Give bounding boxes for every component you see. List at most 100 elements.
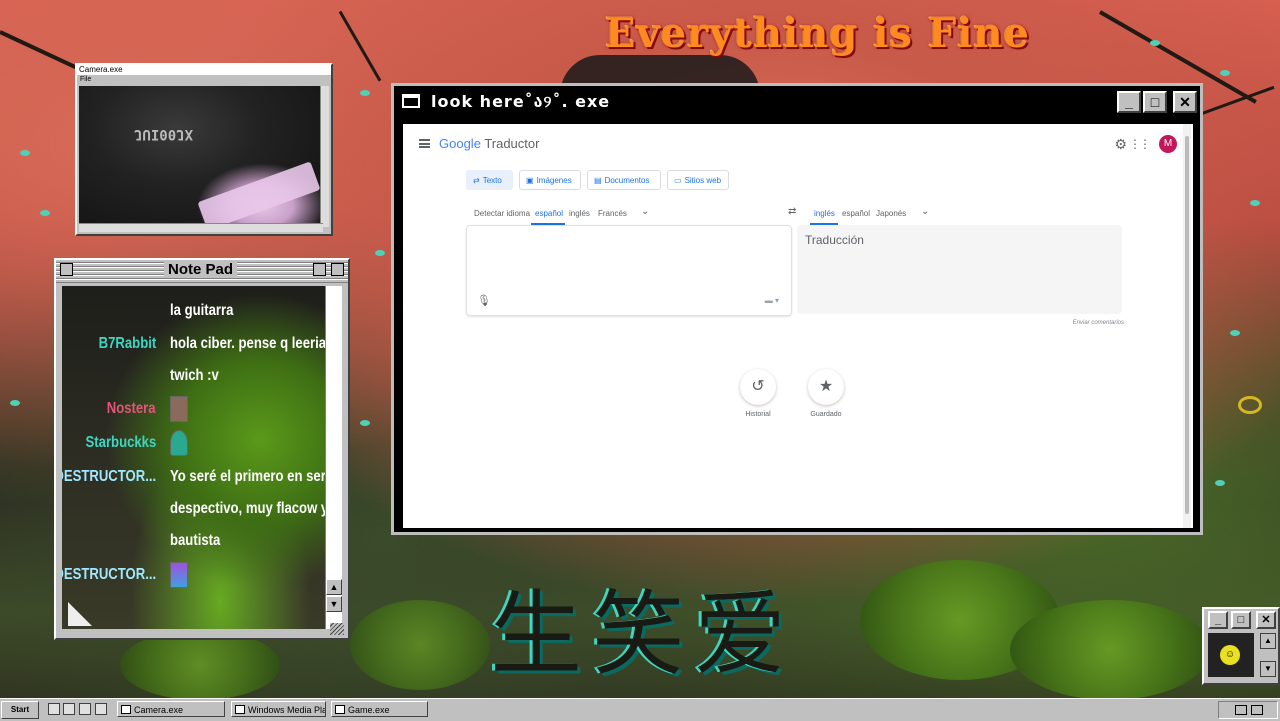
- mini-scroll-up-arrow[interactable]: ▲: [1260, 633, 1276, 649]
- mini-scroll-down-arrow[interactable]: ▼: [1260, 661, 1276, 677]
- source-lang-spanish[interactable]: español: [535, 209, 563, 218]
- translation-output: Traducción: [797, 225, 1122, 314]
- apps-grid-icon[interactable]: ⋮⋮: [1129, 137, 1151, 151]
- source-lang-detect[interactable]: Detectar idioma: [474, 209, 530, 218]
- quicklaunch-icon[interactable]: [79, 703, 91, 715]
- chat-username: B7Rabbit: [98, 335, 156, 352]
- camera-menu-file[interactable]: File: [77, 75, 331, 84]
- mini-close-button[interactable]: ✕: [1256, 611, 1276, 629]
- star-icon: ★: [818, 378, 834, 395]
- translate-icon: ⇄: [473, 176, 480, 185]
- camera-title: Camera.exe: [79, 65, 123, 74]
- feedback-link[interactable]: Enviar comentarios: [1073, 320, 1124, 326]
- notepad-window[interactable]: Note Pad la guitarra B7Rabbit hola ciber…: [54, 258, 350, 640]
- source-lang-english[interactable]: inglés: [569, 209, 590, 218]
- mini-content: ☺: [1208, 633, 1254, 677]
- quicklaunch-icon[interactable]: [95, 703, 107, 715]
- banner-text: Everything is Fine: [605, 10, 1030, 57]
- mini-maximize-button[interactable]: □: [1231, 611, 1251, 629]
- task-label: Windows Media Pla: [248, 705, 326, 715]
- leaf: [1215, 480, 1225, 486]
- resize-grip[interactable]: [330, 623, 344, 635]
- start-label: Start: [10, 705, 30, 714]
- play-icon: [235, 705, 245, 714]
- mini-minimize-button[interactable]: _: [1208, 611, 1228, 629]
- google-wordmark: Google: [439, 136, 481, 151]
- chat-message: twich :v: [170, 367, 219, 384]
- source-text-input[interactable]: 🎙 ▬ ▾: [466, 225, 792, 316]
- close-button[interactable]: ✕: [1173, 91, 1197, 113]
- leaf: [360, 420, 370, 426]
- maximize-button[interactable]: □: [1143, 91, 1167, 113]
- history-icon: ↺: [751, 378, 765, 395]
- product-name: Traductor: [484, 136, 540, 151]
- target-more-chevron-down-icon[interactable]: ⌄: [921, 206, 929, 217]
- chat-message: Yo seré el primero en ser: [170, 468, 326, 485]
- chat-log: la guitarra B7Rabbit hola ciber. pense q…: [62, 286, 326, 629]
- saved-label: Guardado: [810, 411, 842, 418]
- translation-placeholder: Traducción: [805, 233, 864, 247]
- target-lang-japanese[interactable]: Japonés: [876, 209, 906, 218]
- tree-branch: [338, 10, 382, 82]
- main-title: look here˚ა୨˚. exe: [431, 92, 611, 111]
- task-camera[interactable]: Camera.exe: [117, 701, 225, 717]
- chat-username: Starbuckks: [85, 434, 156, 451]
- task-game[interactable]: Game.exe: [331, 701, 428, 717]
- microphone-icon[interactable]: 🎙: [477, 294, 491, 307]
- scroll-down-arrow[interactable]: ▼: [326, 596, 342, 612]
- quicklaunch-icon[interactable]: [48, 703, 60, 715]
- source-lang-french[interactable]: Francés: [598, 209, 627, 218]
- notepad-close-box[interactable]: [60, 263, 73, 276]
- camera-titlebar[interactable]: Camera.exe: [77, 65, 331, 75]
- settings-gear-icon[interactable]: ⚙: [1114, 136, 1127, 153]
- page-scrollbar[interactable]: [1183, 124, 1191, 528]
- translate-logo[interactable]: Google Traductor: [439, 136, 539, 151]
- keyboard: [197, 161, 321, 231]
- tab-documentos[interactable]: ▤ Documentos: [587, 170, 661, 190]
- notepad-title: Note Pad: [164, 261, 238, 278]
- network-icon[interactable]: [1235, 705, 1247, 715]
- tab-imagenes[interactable]: ▣ Imágenes: [519, 170, 581, 190]
- start-button[interactable]: Start: [1, 701, 39, 719]
- history-label: Historial: [745, 411, 771, 418]
- target-lang-english[interactable]: inglés: [814, 209, 835, 218]
- keyboard-icon[interactable]: ▬ ▾: [765, 296, 779, 305]
- leaf: [1220, 70, 1230, 76]
- notepad-titlebar[interactable]: Note Pad: [56, 260, 348, 283]
- main-window[interactable]: look here˚ა୨˚. exe _ □ ✕ Google Traducto…: [391, 83, 1203, 535]
- scroll-up-arrow[interactable]: ▲: [326, 579, 342, 595]
- notepad-scrollbar[interactable]: ▲ ▼: [325, 286, 342, 629]
- page-scroll-thumb[interactable]: [1185, 136, 1189, 514]
- source-more-chevron-down-icon[interactable]: ⌄: [641, 206, 649, 217]
- camera-feed: JUI00JX: [79, 86, 323, 231]
- target-lang-spanish[interactable]: español: [842, 209, 870, 218]
- leaf: [1230, 330, 1240, 336]
- camera-hscrollbar[interactable]: [79, 223, 323, 232]
- menu-icon[interactable]: [419, 139, 430, 148]
- tab-texto[interactable]: ⇄ Texto: [466, 170, 513, 190]
- quicklaunch-icon[interactable]: [63, 703, 75, 715]
- account-avatar[interactable]: M: [1159, 135, 1177, 153]
- saved-button[interactable]: ★: [808, 369, 844, 405]
- notepad-collapse-box[interactable]: [331, 263, 344, 276]
- tab-sitios-web[interactable]: ▭ Sitios web: [667, 170, 729, 190]
- main-titlebar[interactable]: look here˚ა୨˚. exe _ □ ✕: [394, 86, 1200, 116]
- shrub: [1010, 600, 1210, 700]
- user-avatar: [170, 396, 188, 422]
- notepad-zoom-box[interactable]: [313, 263, 326, 276]
- translate-header: Google Traductor ⚙ ⋮⋮ M: [403, 124, 1193, 164]
- swap-languages-icon[interactable]: ⇄: [788, 206, 796, 217]
- user-avatar: [170, 562, 188, 588]
- system-tray: [1218, 701, 1278, 719]
- task-media-player[interactable]: Windows Media Pla: [231, 701, 326, 717]
- chat-username: DESTRUCTOR...: [62, 468, 156, 485]
- volume-icon[interactable]: [1251, 705, 1263, 715]
- mini-window[interactable]: _ □ ✕ ☺ ▲ ▼: [1202, 607, 1280, 685]
- camera-window[interactable]: Camera.exe File JUI00JX: [75, 63, 333, 236]
- history-button[interactable]: ↺: [740, 369, 776, 405]
- image-icon: ▣: [526, 176, 534, 185]
- chat-message: la guitarra: [170, 302, 234, 319]
- minimize-button[interactable]: _: [1117, 91, 1141, 113]
- camera-vscrollbar[interactable]: [320, 86, 329, 227]
- leaf: [10, 400, 20, 406]
